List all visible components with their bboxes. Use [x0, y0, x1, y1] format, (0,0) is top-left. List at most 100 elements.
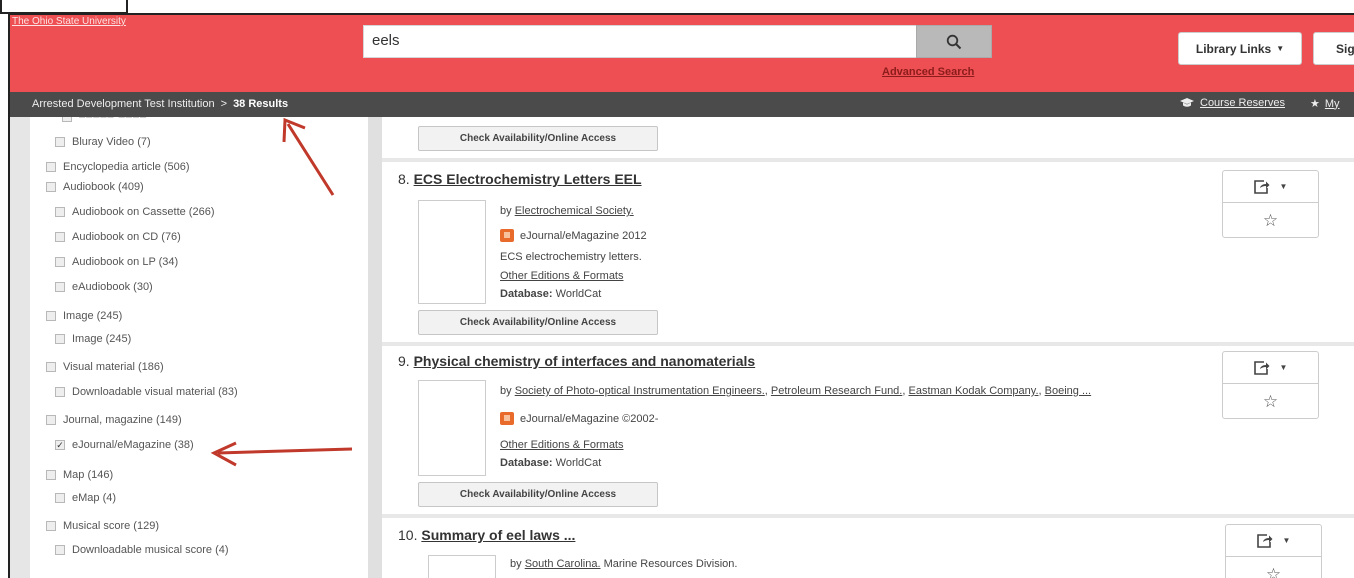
breadcrumb-trail: Arrested Development Test Institution >38… — [32, 98, 288, 110]
result-actions: ▼ ☆ — [1222, 351, 1319, 419]
sidebar-rail — [8, 117, 30, 578]
search-input[interactable]: eels — [363, 25, 917, 58]
facet-checkbox[interactable] — [46, 521, 56, 531]
facet-label: Bluray Video (7) — [72, 136, 151, 148]
result-format: eJournal/eMagazine ©2002- — [500, 412, 658, 425]
facet-label: Audiobook on LP (34) — [72, 256, 179, 268]
sign-in-button[interactable]: Sig — [1313, 32, 1354, 65]
author-link[interactable]: Petroleum Research Fund. — [771, 385, 902, 397]
facet-label: Audiobook on CD (76) — [72, 231, 181, 243]
facet-checkbox[interactable] — [55, 387, 65, 397]
check-availability-button[interactable]: Check Availability/Online Access — [418, 126, 658, 151]
facet-label: eMap (4) — [72, 492, 117, 504]
author-link[interactable]: Society of Photo-optical Instrumentation… — [515, 385, 765, 397]
facet-item[interactable]: Visual material (186) — [46, 361, 164, 373]
favorite-button[interactable]: ☆ — [1223, 204, 1318, 237]
star-icon: ★ — [1310, 98, 1320, 110]
results-list: Check Availability/Online Access 8. ECS … — [382, 117, 1354, 578]
my-account-link[interactable]: ★ My — [1310, 97, 1340, 111]
facet-item[interactable]: eAudiobook (30) — [55, 281, 153, 293]
facet-checkbox[interactable] — [46, 162, 56, 172]
facet-label: Musical score (129) — [63, 520, 159, 532]
advanced-search-link[interactable]: Advanced Search — [882, 66, 974, 78]
header-banner: The Ohio State University eels Advanced … — [8, 13, 1354, 92]
result-actions: ▼ ☆ — [1225, 524, 1322, 578]
share-icon — [1256, 533, 1273, 548]
result-title: 9. Physical chemistry of interfaces and … — [398, 353, 756, 369]
favorite-button[interactable]: ☆ — [1223, 385, 1318, 418]
result-divider — [382, 158, 1354, 162]
check-availability-button[interactable]: Check Availability/Online Access — [418, 310, 658, 335]
facet-item[interactable]: Downloadable visual material (83) — [55, 386, 238, 398]
breadcrumb-separator: > — [220, 98, 228, 110]
facet-item[interactable]: Audiobook (409) — [46, 181, 144, 193]
facet-checkbox[interactable] — [55, 257, 65, 267]
facet-checkbox[interactable] — [55, 282, 65, 292]
author-link[interactable]: Eastman Kodak Company. — [908, 385, 1038, 397]
format-facets: ‒‒‒‒‒ ‒‒‒‒ Bluray Video (7) Encyclopedia … — [30, 117, 368, 578]
search-icon — [946, 34, 962, 49]
facet-checkbox[interactable] — [46, 182, 56, 192]
favorite-button[interactable]: ☆ — [1226, 558, 1321, 578]
facet-checkbox[interactable] — [46, 415, 56, 425]
author-link[interactable]: South Carolina. — [525, 558, 601, 570]
facet-item[interactable]: eMap (4) — [55, 492, 116, 504]
facet-checkbox[interactable] — [55, 545, 65, 555]
facet-checkbox[interactable] — [55, 207, 65, 217]
facet-item[interactable]: Audiobook on CD (76) — [55, 231, 181, 243]
result-database: Database: WorldCat — [500, 457, 602, 469]
facet-item[interactable]: Downloadable musical score (4) — [55, 544, 229, 556]
search-button[interactable] — [916, 25, 992, 58]
facet-item[interactable]: Audiobook on LP (34) — [55, 256, 178, 268]
result-title-link[interactable]: Summary of eel laws ... — [421, 527, 575, 543]
author-link[interactable]: Boeing ... — [1045, 385, 1091, 397]
star-outline-icon: ☆ — [1262, 210, 1279, 230]
facet-label: Map (146) — [63, 469, 114, 481]
facet-item[interactable]: ✓ eJournal/eMagazine (38) — [55, 439, 194, 451]
other-editions-link[interactable]: Other Editions & Formats — [500, 270, 624, 282]
result-authors: by South Carolina. Marine Resources Divi… — [510, 558, 738, 570]
course-reserves-link[interactable]: Course Reserves — [1180, 97, 1285, 109]
facet-checkbox[interactable] — [46, 311, 56, 321]
facet-checkbox[interactable] — [55, 334, 65, 344]
result-title-link[interactable]: Physical chemistry of interfaces and nan… — [414, 353, 756, 369]
ejournal-icon — [500, 229, 514, 242]
top-frame-box — [0, 0, 128, 14]
facet-item[interactable]: Musical score (129) — [46, 520, 159, 532]
other-editions-link[interactable]: Other Editions & Formats — [500, 439, 624, 451]
result-description: ECS electrochemistry letters. — [500, 251, 642, 263]
star-outline-icon: ☆ — [1265, 564, 1282, 578]
facet-item[interactable]: Bluray Video (7) — [55, 136, 151, 148]
result-divider — [382, 514, 1354, 518]
facet-checkbox[interactable] — [55, 232, 65, 242]
facet-checkbox[interactable] — [55, 137, 65, 147]
share-icon — [1253, 360, 1270, 375]
library-links-button[interactable]: Library Links ▼ — [1178, 32, 1302, 65]
result-authors: by Society of Photo-optical Instrumentat… — [500, 385, 1092, 397]
facet-item[interactable]: Image (245) — [46, 310, 122, 322]
facet-label: eJournal/eMagazine (38) — [72, 439, 194, 451]
facet-item[interactable]: Encyclopedia article (506) — [46, 161, 190, 173]
facet-item[interactable]: Audiobook on Cassette (266) — [55, 206, 214, 218]
breadcrumb-institution[interactable]: Arrested Development Test Institution — [32, 98, 215, 110]
facet-label: Encyclopedia article (506) — [63, 161, 190, 173]
institution-link[interactable]: The Ohio State University — [12, 16, 126, 27]
facet-checkbox[interactable] — [46, 362, 56, 372]
result-authors: by Electrochemical Society. — [500, 205, 634, 217]
library-links-label: Library Links — [1195, 41, 1272, 56]
share-button[interactable]: ▼ — [1223, 352, 1318, 384]
ejournal-icon — [500, 412, 514, 425]
chevron-down-icon: ▼ — [1279, 363, 1288, 372]
facet-item[interactable]: Image (245) — [55, 333, 131, 345]
result-title-link[interactable]: ECS Electrochemistry Letters EEL — [414, 171, 642, 187]
facet-item[interactable]: Map (146) — [46, 469, 113, 481]
share-button[interactable]: ▼ — [1223, 171, 1318, 203]
share-button[interactable]: ▼ — [1226, 525, 1321, 557]
facet-checkbox[interactable] — [55, 493, 65, 503]
facet-label: Image (245) — [72, 333, 132, 345]
facet-item[interactable]: Journal, magazine (149) — [46, 414, 182, 426]
author-link[interactable]: Electrochemical Society. — [515, 205, 634, 217]
facet-checkbox[interactable] — [46, 470, 56, 480]
facet-checkbox[interactable]: ✓ — [55, 440, 65, 450]
check-availability-button[interactable]: Check Availability/Online Access — [418, 482, 658, 507]
